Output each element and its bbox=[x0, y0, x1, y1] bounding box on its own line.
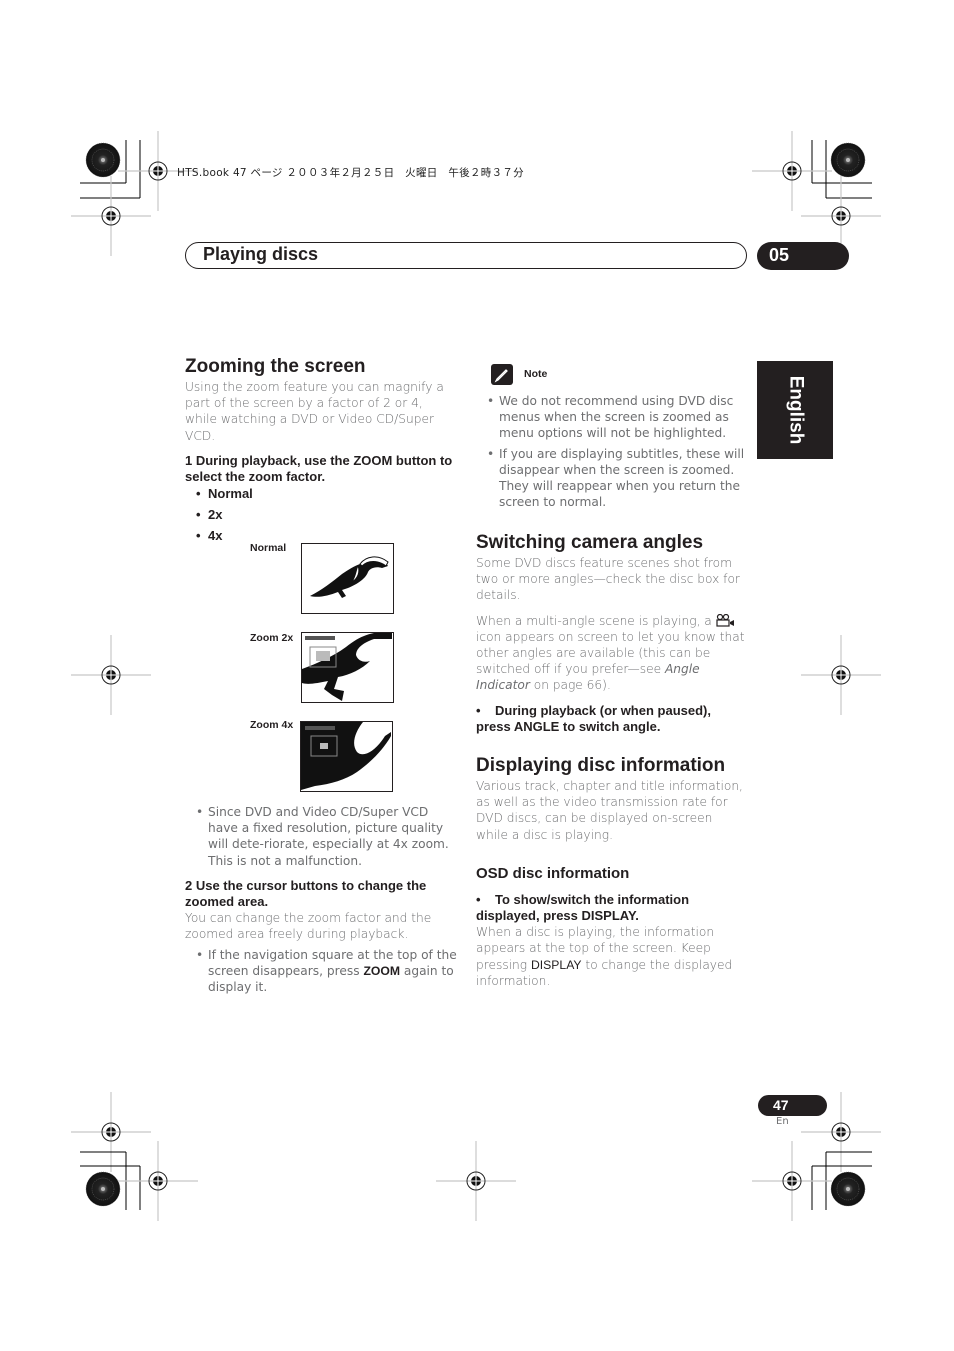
figure-zoom-4x bbox=[300, 721, 393, 792]
section-heading-zoom: Zooming the screen bbox=[185, 356, 366, 377]
camera-angle-icon bbox=[716, 613, 734, 627]
angles-instruction: • During playback (or when paused), pres… bbox=[476, 702, 715, 734]
page-number-badge bbox=[758, 1095, 827, 1116]
figure-zoom-2x bbox=[301, 632, 394, 703]
chapter-number: 05 bbox=[769, 245, 790, 265]
language-tab-label: English bbox=[785, 375, 806, 445]
zoom-intro: Using the zoom feature you can magnify a… bbox=[185, 380, 444, 443]
print-header: HTS.book 47 ページ ２００３年２月２５日 火曜日 午後２時３７分 bbox=[177, 167, 524, 179]
disc-mark-icon bbox=[85, 142, 121, 178]
angles-section: Switching camera angles Some DVD discs f… bbox=[476, 532, 748, 735]
figure-label-zoom-2x: Zoom 2x bbox=[250, 632, 294, 644]
osd-instruction: • To show/switch the information display… bbox=[476, 891, 693, 924]
section-heading-angles: Switching camera angles bbox=[476, 532, 704, 553]
note-item: • If you are displaying subtitles, these … bbox=[487, 446, 745, 510]
angles-paragraph: When a multi-angle scene is playing, a i… bbox=[476, 613, 745, 693]
note-pencil-icon bbox=[491, 364, 513, 385]
disc-info-intro: Various track, chapter and title informa… bbox=[476, 779, 743, 842]
disc-info-section: Displaying disc information Various trac… bbox=[476, 755, 748, 989]
toucan-zoom-4x-image bbox=[301, 722, 391, 790]
zoom-step-2-body: You can change the zoom factor and the z… bbox=[185, 911, 432, 942]
subheading-osd: OSD disc information bbox=[476, 864, 630, 882]
zoom-step-1: 1 During playback, use the ZOOM button t… bbox=[185, 452, 453, 485]
chapter-title: Playing discs bbox=[203, 244, 319, 264]
page-number: 47 bbox=[773, 1097, 789, 1113]
zoom-option: 2x bbox=[196, 507, 457, 523]
toucan-zoom-2x-image bbox=[302, 633, 392, 701]
osd-body: When a disc is playing, the information … bbox=[476, 925, 733, 988]
zoom-option: 4x bbox=[196, 528, 457, 544]
note-label: Note bbox=[524, 368, 548, 380]
note-item: • We do not recommend using DVD disc menu… bbox=[487, 394, 734, 441]
left-column-lower: • Since DVD and Video CD/Super VCD have a… bbox=[185, 804, 457, 995]
zoom-option: Normal bbox=[196, 486, 457, 502]
notes-list: • We do not recommend using DVD disc menu… bbox=[476, 393, 748, 510]
angles-intro: Some DVD discs feature scenes shot from … bbox=[476, 556, 740, 603]
quality-note: • Since DVD and Video CD/Super VCD have a… bbox=[196, 805, 449, 868]
figure-normal bbox=[301, 543, 394, 614]
figure-label-normal: Normal bbox=[250, 542, 287, 554]
section-heading-disc-info: Displaying disc information bbox=[476, 755, 726, 776]
zoom-step-2: 2 Use the cursor buttons to change the z… bbox=[185, 877, 427, 910]
left-column: Zooming the screen Using the zoom featur… bbox=[185, 356, 457, 548]
toucan-image bbox=[310, 556, 389, 598]
page-language: En bbox=[776, 1116, 789, 1127]
zoom-options-list: Normal 2x 4x bbox=[185, 486, 457, 544]
figure-label-zoom-4x: Zoom 4x bbox=[250, 719, 294, 731]
navigation-note: • If the navigation square at the top of … bbox=[196, 947, 457, 995]
